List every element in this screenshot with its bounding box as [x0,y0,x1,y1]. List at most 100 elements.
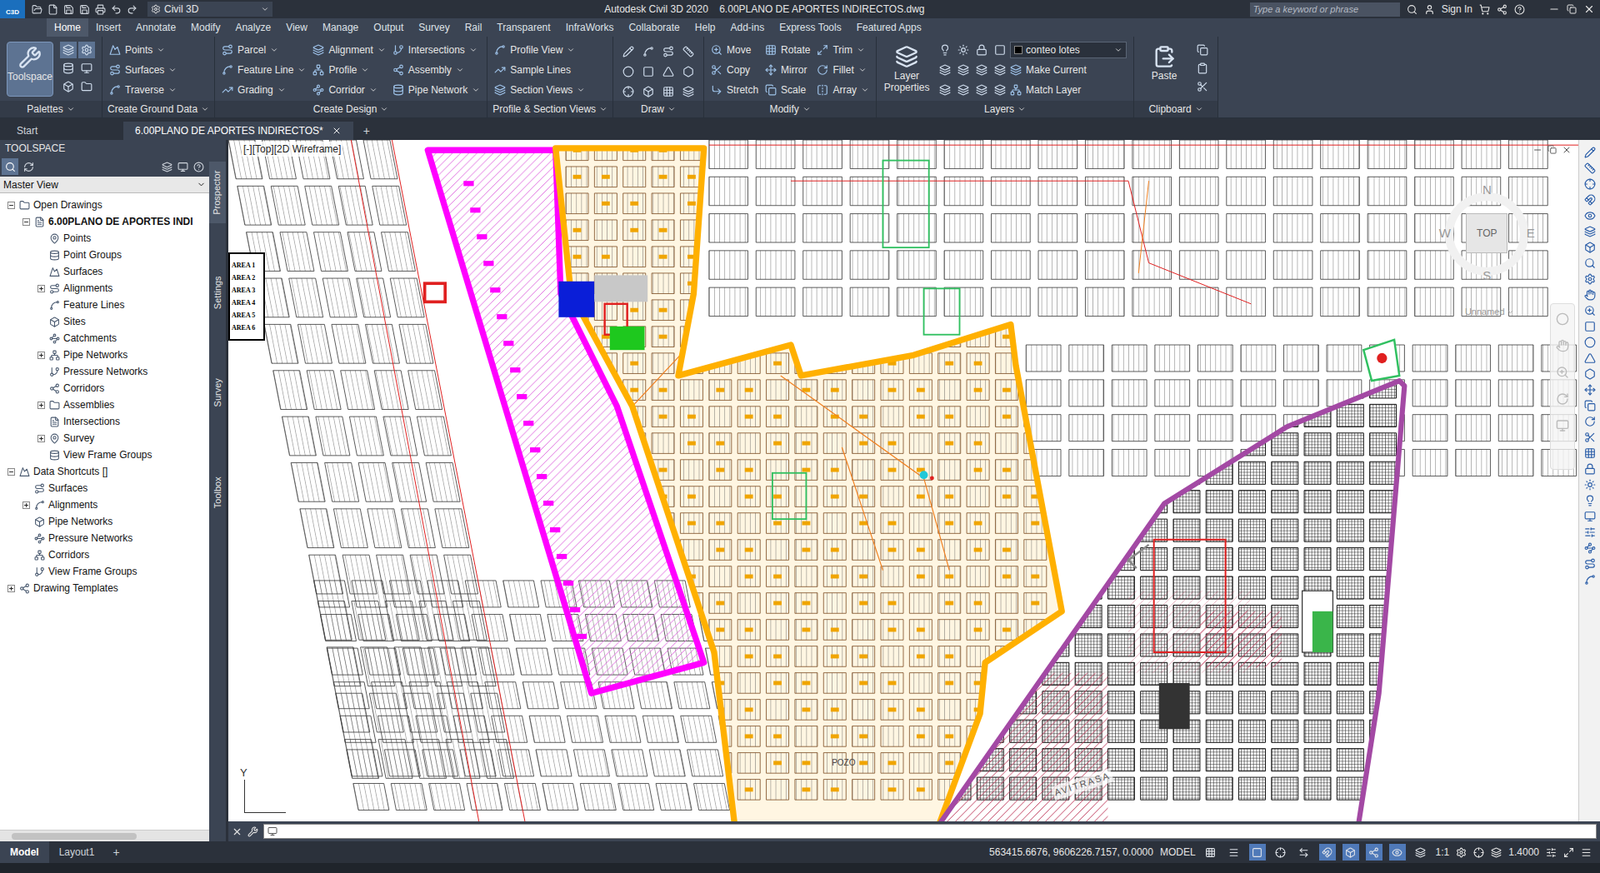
file-tab[interactable]: 6.00PLANO DE APORTES INDIRECTOS* [123,121,354,140]
tree-item[interactable]: Sites [0,313,210,330]
tree-item[interactable]: Intersections [0,413,210,430]
quick-access-icon[interactable] [95,4,106,15]
toolspace-tool-icon[interactable] [177,161,189,173]
ribbon-tab[interactable]: Analyze [227,18,279,37]
status-toggle[interactable] [1365,844,1383,861]
tree-item[interactable]: Assemblies [0,396,210,414]
small-tool[interactable] [680,83,697,100]
ribbon-tool[interactable]: Stretch [710,81,759,99]
annotation-scale[interactable]: 1:1 [1435,845,1450,860]
tree-item[interactable]: Pipe Networks [0,346,210,364]
status-toggle[interactable] [1389,844,1406,861]
small-tool[interactable] [955,61,972,79]
toolbar-icon[interactable] [1584,479,1596,491]
panel-title[interactable]: Layers [876,100,1134,118]
tree-item[interactable]: Points [0,230,210,247]
ribbon-tool[interactable]: Move [710,41,759,59]
toolbar-icon[interactable] [1584,574,1596,586]
tree-expander[interactable] [22,501,30,510]
dropdown-arrow-icon[interactable] [360,65,370,75]
dropdown-arrow-icon[interactable] [369,85,378,95]
dropdown-arrow-icon[interactable] [377,45,386,55]
tree-expander[interactable] [37,401,45,410]
pan-icon[interactable] [1555,339,1570,353]
small-tool[interactable] [640,63,657,80]
minimize-icon[interactable] [1548,3,1560,15]
tree-item[interactable]: Survey [0,430,210,447]
tree-item[interactable]: Catchments [0,330,210,347]
panel-title[interactable]: Palettes [0,100,102,118]
small-tool[interactable] [973,41,990,59]
tree-expander[interactable] [37,435,45,443]
close-command-icon[interactable] [231,826,243,838]
toolbar-icon[interactable] [1584,495,1596,507]
ribbon-tab[interactable]: InfraWorks [558,18,622,37]
search-icon[interactable] [1406,4,1418,15]
small-tool[interactable] [60,78,77,95]
dropdown-arrow-icon[interactable] [856,45,865,55]
view-dropdown[interactable]: Master View [0,176,210,194]
toolbar-icon[interactable] [1584,558,1596,570]
new-tab-button[interactable]: + [355,121,379,140]
ribbon-tool[interactable]: Traverse [109,81,177,99]
wheel-icon[interactable] [1555,312,1570,326]
ribbon-tool[interactable]: Trim [816,41,870,59]
ribbon-tool[interactable]: Fillet [816,61,870,79]
toolbar-icon[interactable] [1584,431,1596,444]
side-tab[interactable]: Survey [209,361,226,424]
viewport-restore-icon[interactable] [1547,145,1557,155]
zoom-icon[interactable] [1555,365,1570,380]
quick-access-icon[interactable] [63,4,75,15]
file-tab[interactable]: Start [5,121,122,140]
toolbar-icon[interactable] [1584,526,1596,539]
tree-expander[interactable] [7,201,15,210]
small-tool[interactable] [991,81,1009,99]
small-tool[interactable] [991,61,1009,79]
toolbar-icon[interactable] [1584,447,1596,460]
toolbar-icon[interactable] [1584,257,1596,270]
dropdown-arrow-icon[interactable] [277,85,286,95]
small-tool[interactable] [78,60,95,77]
tree-item[interactable]: Alignments [0,280,210,297]
tree-item[interactable]: Feature Lines [0,296,210,314]
ribbon-tool[interactable]: Sample Lines [494,61,585,79]
refresh-icon[interactable] [23,161,35,173]
toolbar-icon[interactable] [1584,162,1596,175]
small-tool[interactable] [955,41,972,59]
ribbon-tab[interactable]: Annotate [128,18,184,37]
orbit-icon[interactable] [1555,392,1570,406]
ribbon-tool[interactable]: Section Views [494,81,585,99]
tree-item[interactable]: Corridors [0,380,210,397]
dropdown-arrow-icon[interactable] [860,85,870,95]
quick-access-icon[interactable] [126,4,138,15]
tree-expander[interactable] [37,285,45,293]
fullscreen-icon[interactable] [1563,847,1575,859]
connect-icon[interactable] [1496,4,1508,15]
tree-item[interactable]: Surfaces [0,263,210,280]
status-toggle[interactable] [1412,844,1430,861]
tree-item[interactable]: Pressure Networks [0,363,210,380]
small-tool[interactable] [1194,78,1211,95]
tree-expander[interactable] [37,351,45,360]
toolbar-icon[interactable] [1584,415,1596,428]
big-button[interactable]: Paste [1140,41,1188,97]
ribbon-tab[interactable]: Output [365,18,411,37]
restore-icon[interactable] [1566,4,1577,15]
ribbon-tool[interactable]: Intersections [392,41,480,59]
small-tool[interactable] [60,60,77,77]
zone-boundary[interactable] [939,380,1405,822]
tree-item[interactable]: Point Groups [0,246,210,264]
toolbar-icon[interactable] [1584,273,1596,285]
close-icon[interactable] [1583,3,1595,15]
status-toggle[interactable] [1249,844,1266,861]
ribbon-tool[interactable]: Grading [221,81,306,99]
ribbon-tab[interactable]: Survey [410,18,457,37]
small-tool[interactable] [1194,41,1211,59]
user-icon[interactable] [1424,4,1435,15]
small-tool[interactable] [936,81,954,99]
toolbar-icon[interactable] [1584,352,1596,365]
panel-title[interactable]: Create Ground Data [102,100,215,118]
ribbon-tool[interactable]: Mirror [765,61,810,79]
customize-icon[interactable] [1580,847,1592,859]
dropdown-arrow-icon[interactable] [471,85,480,95]
